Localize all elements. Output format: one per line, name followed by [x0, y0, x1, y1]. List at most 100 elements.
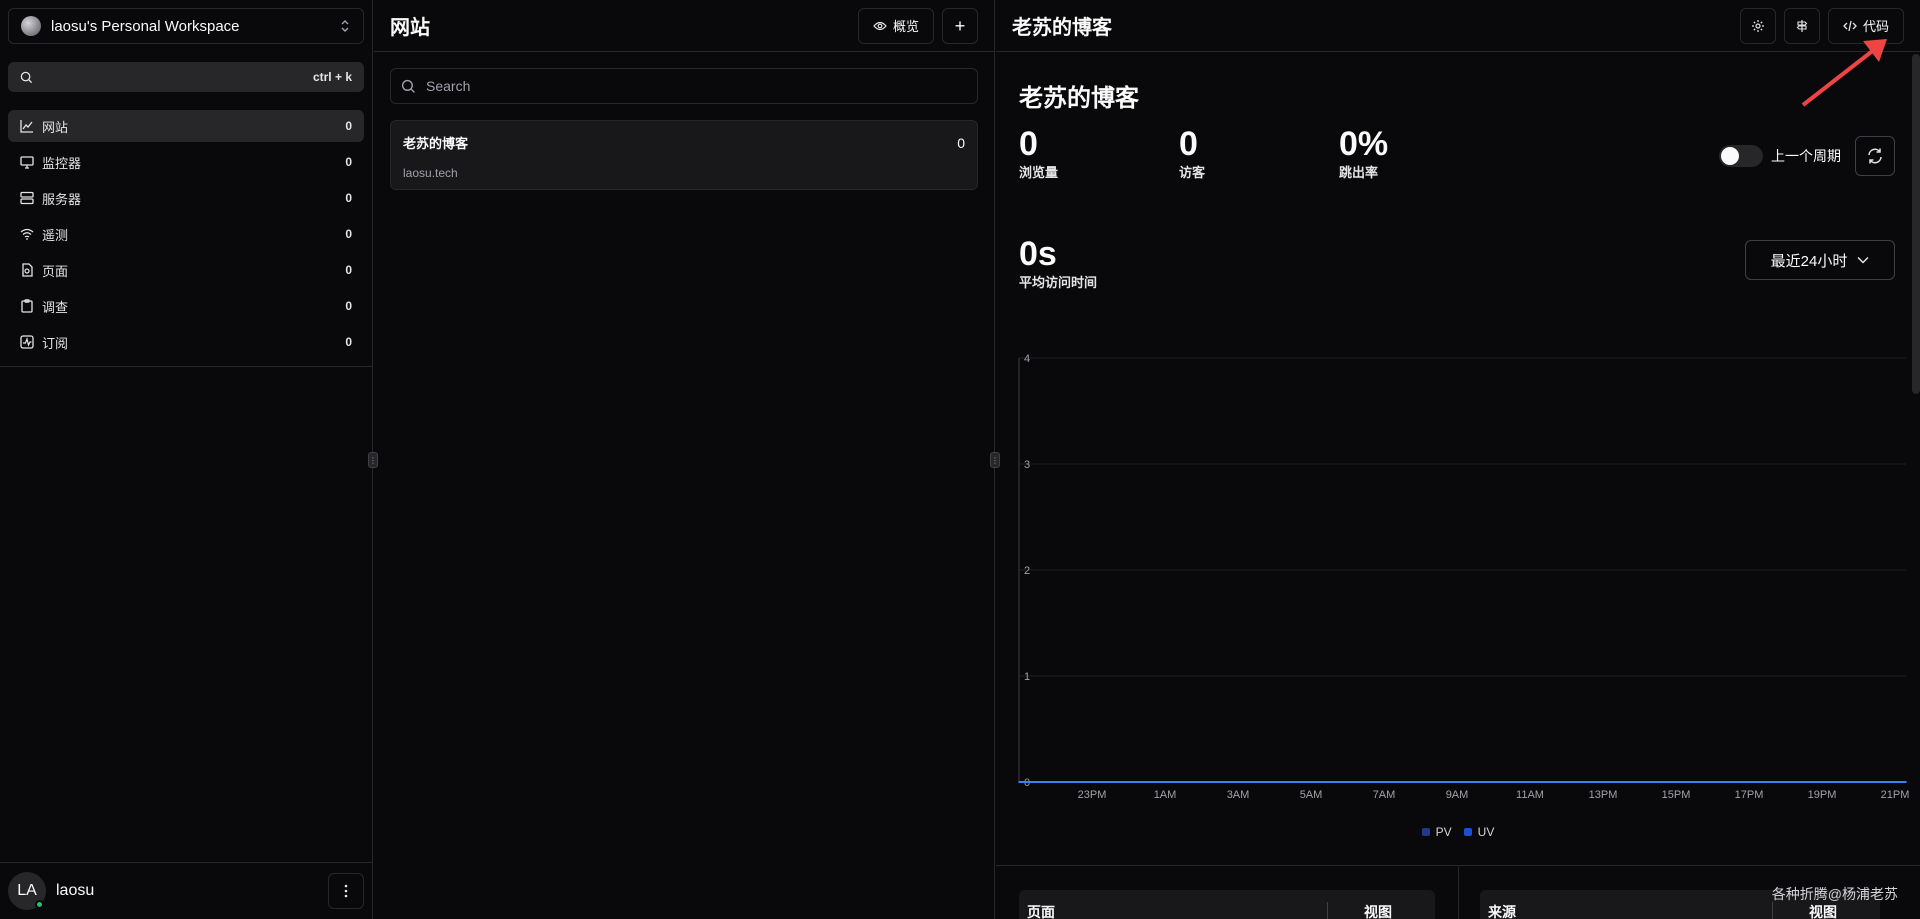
user-name: laosu	[56, 882, 95, 899]
toggle-switch[interactable]	[1719, 145, 1763, 167]
signpost-icon	[1796, 19, 1808, 32]
website-card[interactable]: 老苏的博客 laosu.tech 0	[390, 120, 978, 190]
stat-label: 访客	[1179, 165, 1206, 180]
settings-button[interactable]	[1739, 7, 1776, 44]
y-tick-label: 1	[1024, 671, 1030, 683]
global-search[interactable]: ctrl + k	[8, 62, 364, 92]
chevron-up-down-icon	[341, 20, 349, 32]
sidebar-item-count: 0	[345, 263, 352, 277]
workspace-avatar	[21, 16, 41, 36]
legend-label: UV	[1477, 825, 1495, 839]
website-url: laosu.tech	[403, 166, 458, 180]
plus-icon: +	[954, 15, 966, 36]
legend-swatch	[1421, 828, 1430, 836]
data-point-uv	[1743, 781, 1746, 783]
x-tick-label: 1AM	[1154, 789, 1177, 801]
resize-handle-left[interactable]: ⋮	[368, 452, 378, 468]
stat-pageviews: 0 浏览量	[1019, 126, 1058, 181]
stat-visitors: 0 访客	[1179, 126, 1205, 181]
refresh-button[interactable]	[1855, 136, 1895, 176]
sidebar-item-subscriptions[interactable]: 订阅 0	[8, 326, 364, 358]
data-point-uv	[1663, 781, 1665, 783]
sidebar-item-servers[interactable]: 服务器 0	[8, 182, 364, 214]
sidebar-divider	[0, 366, 372, 367]
sidebar-item-surveys[interactable]: 调查 0	[8, 290, 364, 322]
website-search-input[interactable]: Search	[390, 68, 978, 104]
watermark: 各种折腾@杨浦老苏	[1771, 886, 1898, 902]
refresh-icon	[1868, 148, 1882, 164]
data-point-uv	[1340, 781, 1343, 783]
x-tick-label: 15PM	[1662, 789, 1691, 801]
online-status-dot	[35, 900, 44, 909]
y-tick-label: 3	[1024, 459, 1030, 471]
previous-period-toggle[interactable]: 上一个周期	[1719, 145, 1841, 167]
stat-value: 0s	[1019, 235, 1057, 273]
column-header-views: 视图	[1772, 902, 1872, 919]
sidebar-item-websites[interactable]: 网站 0	[8, 110, 364, 142]
activity-icon	[20, 335, 34, 349]
more-vertical-icon	[344, 884, 348, 898]
chart-icon	[20, 120, 33, 133]
legend-item-uv[interactable]: UV	[1463, 825, 1495, 839]
chevron-down-icon	[1857, 256, 1869, 264]
y-tick-label: 2	[1024, 565, 1030, 577]
overview-button[interactable]: 概览	[857, 7, 934, 44]
stat-label: 平均访问时间	[1019, 275, 1098, 290]
x-tick-label: 19PM	[1808, 789, 1837, 801]
sidebar-item-count: 0	[345, 119, 352, 133]
x-tick-label: 7AM	[1373, 789, 1396, 801]
sidebar-item-count: 0	[345, 191, 352, 205]
code-label: 代码	[1862, 19, 1889, 34]
monitor-icon	[20, 156, 34, 169]
sidebar-item-pages[interactable]: 页面 0	[8, 254, 364, 286]
user-menu-button[interactable]	[328, 873, 364, 909]
file-icon	[22, 263, 33, 277]
stat-label: 跳出率	[1339, 165, 1379, 180]
data-point-uv	[1905, 781, 1907, 783]
column-header-pages: 页面	[1027, 904, 1055, 919]
stat-value: 0	[1019, 125, 1038, 163]
clipboard-icon	[21, 299, 33, 313]
time-range-select[interactable]: 最近24小时	[1745, 240, 1895, 280]
overview-label: 概览	[892, 19, 919, 34]
page-title: 网站	[390, 17, 430, 39]
legend-label: PV	[1435, 825, 1452, 839]
sidebar-item-telemetry[interactable]: 遥测 0	[8, 218, 364, 250]
chart-legend: PV UV	[996, 825, 1920, 839]
scrollbar[interactable]	[1912, 54, 1920, 394]
sidebar-item-label: 监控器	[42, 155, 82, 171]
add-website-button[interactable]: +	[942, 7, 978, 44]
avatar[interactable]: LA	[8, 872, 46, 910]
x-tick-label: 13PM	[1589, 789, 1618, 801]
search-placeholder: Search	[426, 78, 471, 94]
workspace-selector[interactable]: laosu's Personal Workspace	[8, 8, 364, 44]
data-point-uv	[1421, 781, 1423, 783]
data-point-uv	[1824, 781, 1827, 783]
column-header-referrers: 来源	[1488, 904, 1516, 919]
data-point-uv	[1582, 781, 1585, 783]
legend-item-pv[interactable]: PV	[1421, 825, 1452, 839]
server-icon	[20, 191, 34, 205]
avatar-initials: LA	[17, 882, 37, 899]
resize-handle-right[interactable]: ⋮	[990, 452, 1000, 468]
sidebar-item-label: 遥测	[42, 227, 69, 243]
app-root: laosu's Personal Workspace ctrl + k 网站 0…	[0, 0, 1920, 919]
x-tick-label: 21PM	[1881, 789, 1910, 801]
sidebar-item-monitors[interactable]: 监控器 0	[8, 146, 364, 178]
wifi-icon	[20, 228, 34, 240]
websites-header: 网站 概览 +	[374, 0, 994, 52]
sidebar: laosu's Personal Workspace ctrl + k 网站 0…	[0, 0, 373, 919]
stat-value: 0%	[1339, 125, 1389, 163]
detail-header: 老苏的博客 代码	[996, 0, 1920, 52]
sidebar-item-label: 服务器	[42, 191, 82, 207]
data-point-uv	[1502, 781, 1504, 783]
column-header-views: 视图	[1327, 902, 1427, 919]
eye-icon	[873, 21, 887, 30]
workspace-name: laosu's Personal Workspace	[51, 17, 240, 35]
y-tick-label: 4	[1024, 353, 1030, 365]
stat-label: 浏览量	[1019, 165, 1059, 180]
x-tick-label: 5AM	[1300, 789, 1323, 801]
data-point-uv	[1098, 781, 1101, 783]
website-name: 老苏的博客	[403, 136, 469, 151]
x-tick-label: 17PM	[1735, 789, 1764, 801]
